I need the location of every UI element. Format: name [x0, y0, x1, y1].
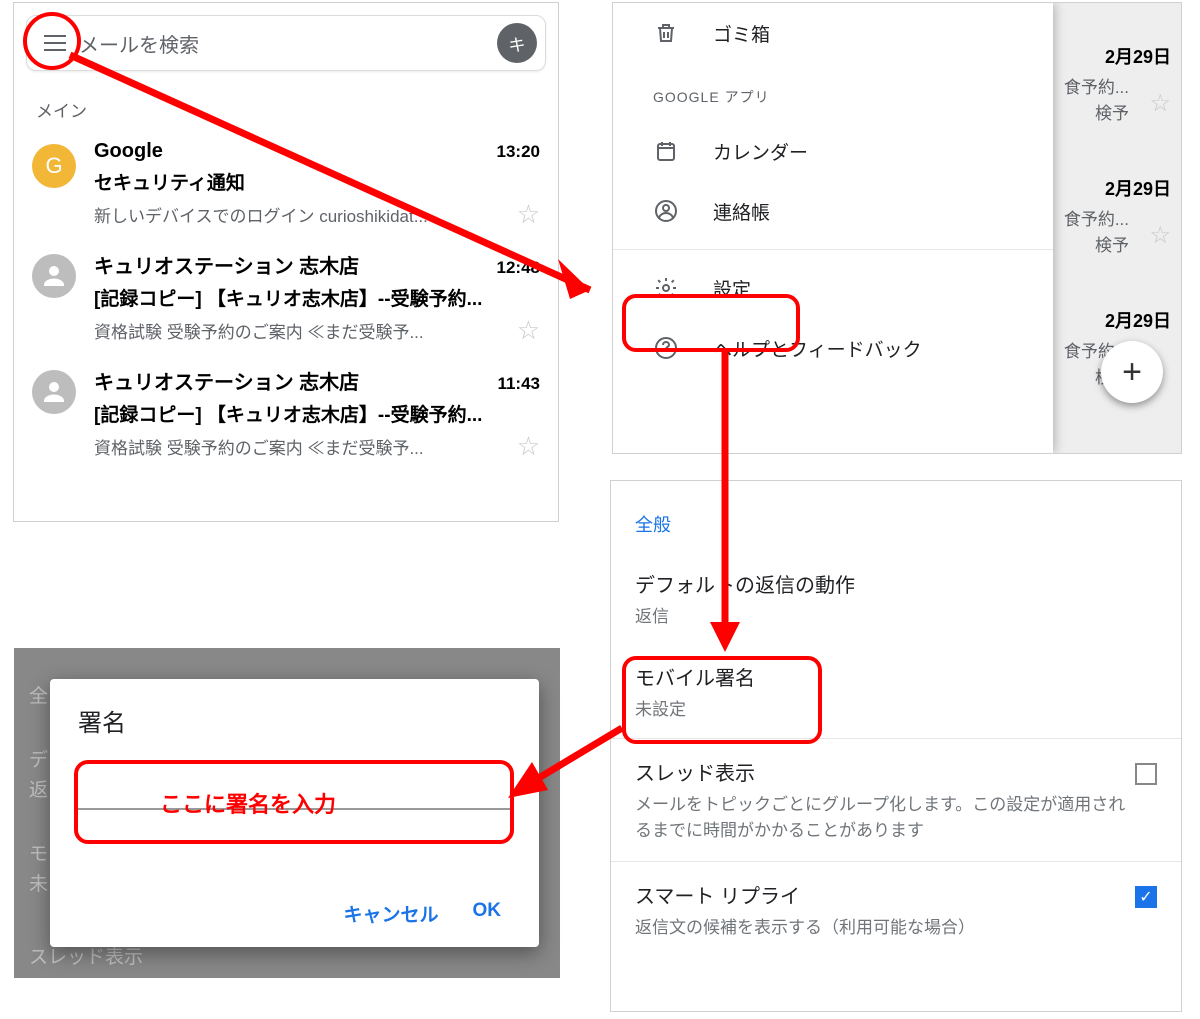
- drawer-label: 連絡帳: [713, 198, 770, 225]
- annotation-arrow-2: [710, 352, 750, 662]
- hamburger-icon: [44, 42, 66, 44]
- settings-sub: メールをトピックごとにグループ化します。この設定が適用されるまでに時間がかかるこ…: [635, 792, 1135, 843]
- annotation-arrow-1: [70, 55, 630, 325]
- settings-item-default-reply[interactable]: デフォルトの返信の動作 返信: [611, 553, 1181, 646]
- hamburger-menu-button[interactable]: [35, 23, 75, 63]
- mail-date: 2月29日: [1105, 307, 1171, 333]
- mail-item[interactable]: キュリオステーション 志木店 11:43 [記録コピー] 【キュリオ志木店】--受…: [14, 354, 558, 470]
- settings-sub: 未設定: [635, 697, 1157, 723]
- contacts-icon: [653, 198, 679, 224]
- checkbox-unchecked[interactable]: [1135, 763, 1157, 785]
- drawer-separator: [613, 249, 1053, 258]
- mail-sender: キュリオステーション 志木店: [94, 366, 359, 395]
- mail-frag: 食予約...: [1064, 73, 1129, 98]
- gear-icon: [653, 275, 679, 301]
- checkbox-checked[interactable]: ✓: [1135, 886, 1157, 908]
- dim-text: 未: [29, 869, 48, 896]
- drawer-item-contacts[interactable]: 連絡帳: [613, 181, 1053, 241]
- settings-title: スレッド表示: [635, 757, 1135, 786]
- annotation-arrow-3: [498, 728, 638, 818]
- drawer-label: ゴミ箱: [713, 20, 770, 47]
- search-placeholder: メールを検索: [75, 29, 497, 58]
- trash-icon: [653, 20, 679, 46]
- cancel-button[interactable]: キャンセル: [343, 900, 438, 927]
- person-icon: [39, 377, 69, 407]
- dialog-title: 署名: [78, 703, 511, 738]
- mail-frag: 検予: [1095, 231, 1129, 256]
- mail-frag: 検予: [1095, 99, 1129, 124]
- settings-sub: 返信文の候補を表示する（利用可能な場合）: [635, 915, 1135, 941]
- star-icon[interactable]: ☆: [1149, 221, 1171, 250]
- star-icon[interactable]: ☆: [1149, 89, 1171, 118]
- drawer-item-help[interactable]: ヘルプとフィードバック: [613, 318, 1053, 378]
- dim-text: モ: [29, 839, 48, 866]
- dim-text: デ: [29, 745, 48, 772]
- plus-icon: +: [1122, 353, 1142, 392]
- star-icon[interactable]: ☆: [517, 431, 540, 462]
- mail-frag: 食予約...: [1064, 205, 1129, 230]
- settings-category: 全般: [611, 511, 1181, 553]
- ok-button[interactable]: OK: [473, 900, 502, 927]
- drawer-item-settings[interactable]: 設定: [613, 258, 1053, 318]
- drawer-item-calendar[interactable]: カレンダー: [613, 121, 1053, 181]
- mail-subject: [記録コピー] 【キュリオ志木店】--受験予約...: [94, 400, 540, 427]
- mail-date: 2月29日: [1105, 43, 1171, 69]
- gmail-settings-panel: 全般 デフォルトの返信の動作 返信 モバイル署名 未設定 スレッド表示 メールを…: [610, 480, 1182, 1012]
- drawer-section-header: GOOGLE アプリ: [613, 63, 1053, 121]
- drawer-item-trash[interactable]: ゴミ箱: [613, 3, 1053, 63]
- drawer-label: カレンダー: [713, 138, 808, 165]
- settings-title: スマート リプライ: [635, 880, 1135, 909]
- sender-avatar: [32, 370, 76, 414]
- settings-item-mobile-signature[interactable]: モバイル署名 未設定: [611, 646, 1181, 739]
- drawer-label: 設定: [713, 275, 751, 302]
- compose-fab[interactable]: +: [1101, 341, 1163, 403]
- gmail-drawer-panel: 2月29日 食予約... 検予 ☆ 2月29日 食予約... 検予 ☆ 2月29…: [612, 2, 1182, 454]
- settings-item-thread-view[interactable]: スレッド表示 メールをトピックごとにグループ化します。この設定が適用されるまでに…: [611, 739, 1181, 861]
- mail-snippet: 資格試験 受験予約のご案内 ≪まだ受験予...: [94, 434, 424, 459]
- settings-title: モバイル署名: [635, 662, 1157, 691]
- dim-text: 返: [29, 775, 48, 802]
- settings-item-smart-reply[interactable]: スマート リプライ 返信文の候補を表示する（利用可能な場合） ✓: [611, 862, 1181, 959]
- person-icon: [39, 261, 69, 291]
- calendar-icon: [653, 138, 679, 164]
- mail-time: 11:43: [497, 374, 540, 394]
- nav-drawer: ゴミ箱 GOOGLE アプリ カレンダー 連絡帳 設定 ヘルプとフィードバック: [613, 3, 1053, 453]
- help-icon: [653, 335, 679, 361]
- mail-date: 2月29日: [1105, 175, 1171, 201]
- dim-text: 全: [29, 681, 48, 708]
- annotation-input-label: ここに署名を入力: [160, 787, 336, 819]
